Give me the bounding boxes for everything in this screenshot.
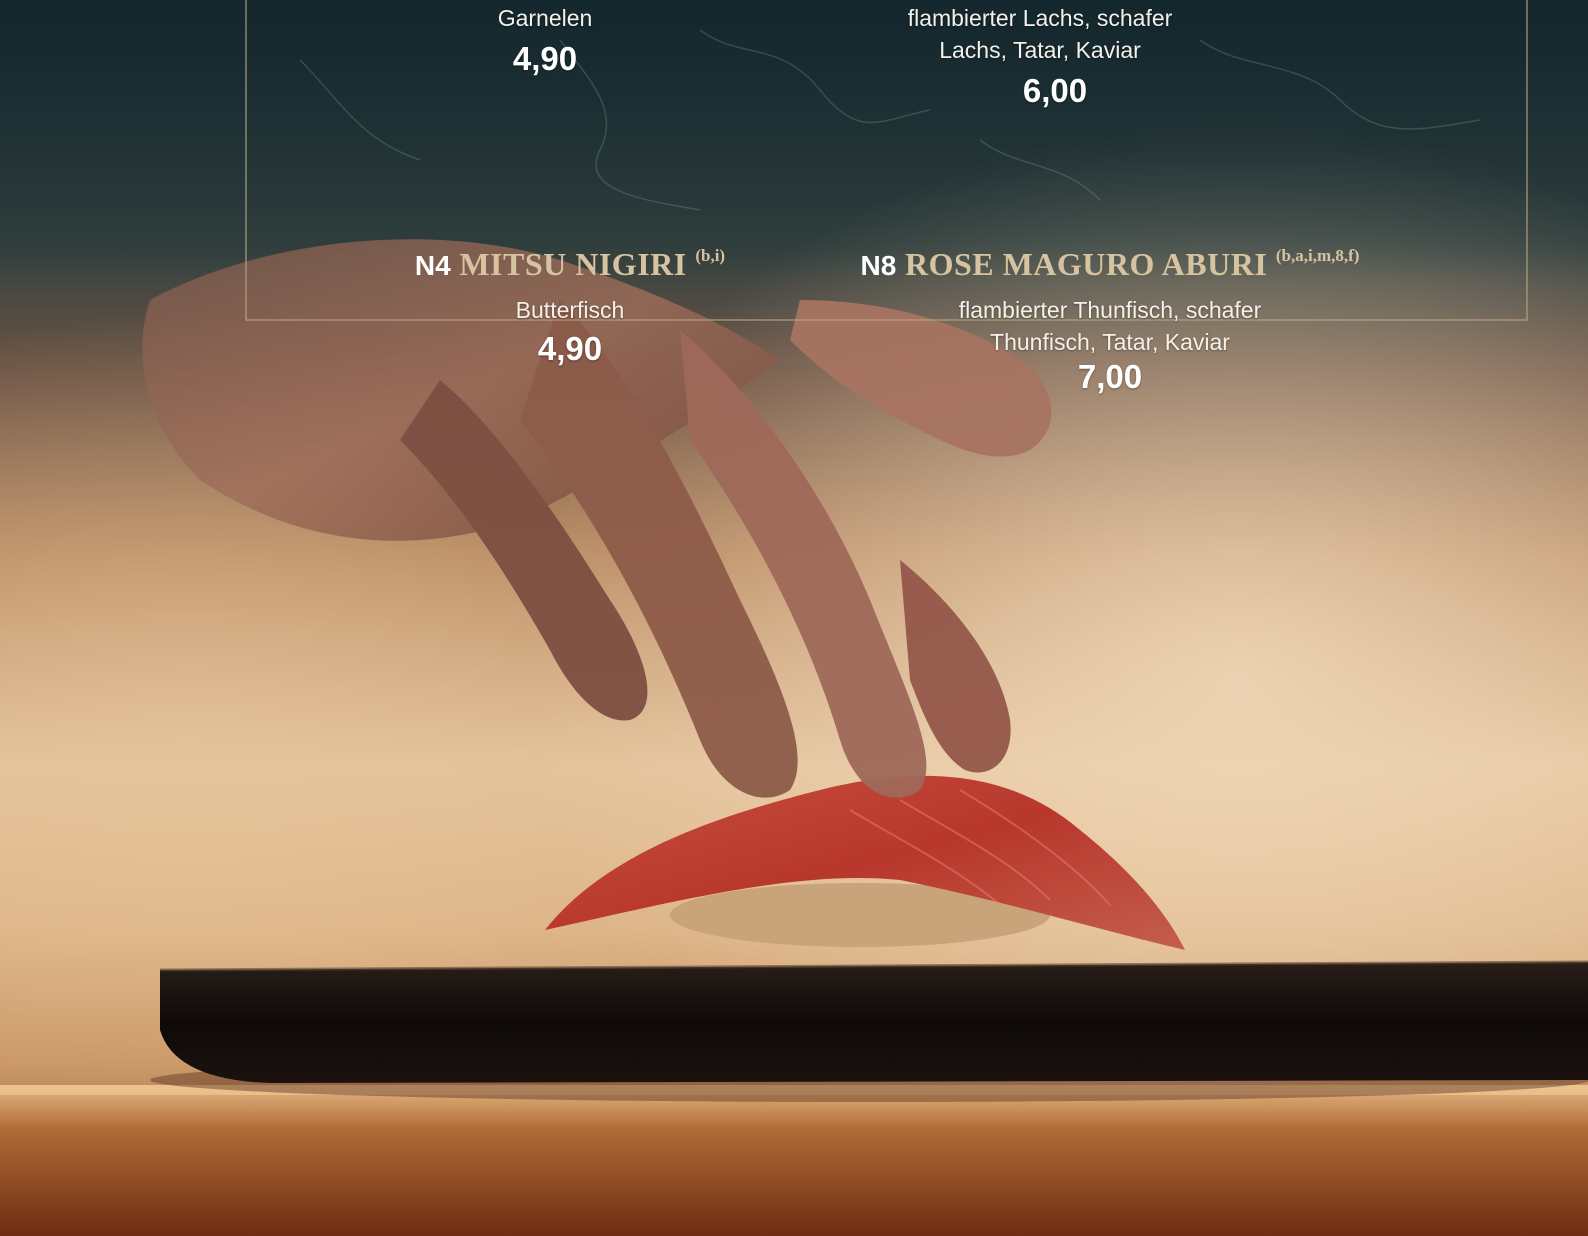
- item-description: flambierter Thunfisch, schafer Thunfisch…: [958, 297, 1262, 355]
- item-price: 4,90: [512, 40, 578, 77]
- item-price: 6,00: [1022, 72, 1088, 109]
- menu-item: Garnelen 4,90: [445, 0, 645, 78]
- item-allergens: (b,i): [695, 246, 726, 265]
- item-description: Butterfisch: [515, 297, 625, 323]
- menu-page: Garnelen 4,90 flambierter Lachs, schafer…: [0, 0, 1588, 1236]
- menu-item: N8 ROSE MAGURO ABURI (b,a,i,m,8,f) flamb…: [845, 238, 1375, 396]
- item-heading: N4 MITSU NIGIRI (b,i): [400, 238, 740, 284]
- item-name: MITSU NIGIRI: [459, 246, 687, 282]
- menu-item: flambierter Lachs, schafer Lachs, Tatar,…: [875, 0, 1205, 110]
- sushi-plate: [160, 962, 1588, 1083]
- item-description: Garnelen: [497, 5, 593, 31]
- item-name: ROSE MAGURO ABURI: [904, 246, 1268, 282]
- menu-item: N4 MITSU NIGIRI (b,i) Butterfisch 4,90: [400, 238, 740, 368]
- item-code: N4: [414, 250, 451, 281]
- item-price: 7,00: [1077, 358, 1143, 395]
- item-description: flambierter Lachs, schafer Lachs, Tatar,…: [907, 5, 1173, 63]
- item-allergens: (b,a,i,m,8,f): [1275, 246, 1360, 265]
- counter-top: [0, 1085, 1588, 1236]
- item-code: N8: [860, 250, 897, 281]
- item-heading: N8 ROSE MAGURO ABURI (b,a,i,m,8,f): [845, 238, 1375, 284]
- item-price: 4,90: [537, 330, 603, 367]
